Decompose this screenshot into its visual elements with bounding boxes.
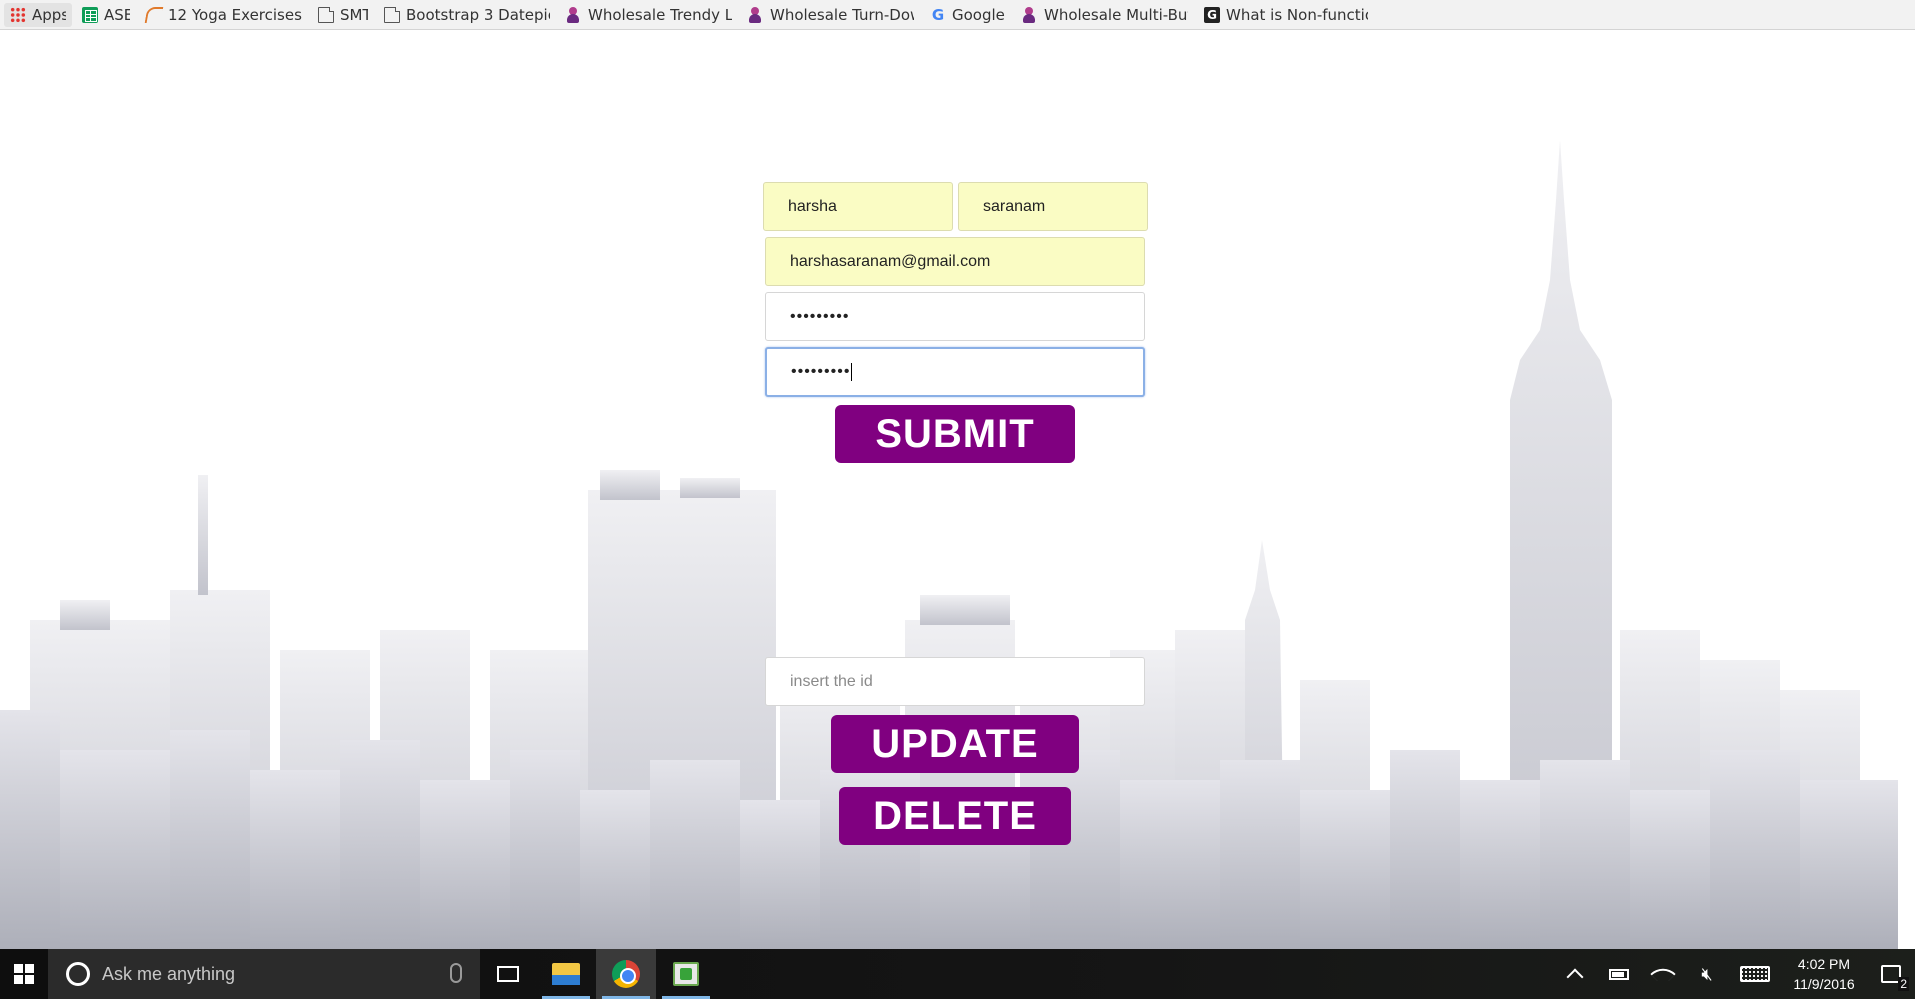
clock-date: 11/9/2016 <box>1793 976 1855 992</box>
speaker-muted-icon: 🔇︎ <box>1701 963 1713 984</box>
first-name-value: harsha <box>788 197 837 215</box>
bookmark-label: Wholesale Multi-Butto <box>1044 5 1188 24</box>
bookmark-label: SMT <box>340 5 368 24</box>
bookmark-label: Google <box>952 5 1005 24</box>
battery-button[interactable] <box>1597 949 1641 999</box>
last-name-field[interactable]: saranam <box>958 182 1148 231</box>
update-button[interactable]: UPDATE <box>831 715 1079 773</box>
network-button[interactable] <box>1641 949 1685 999</box>
bookmark-label: Wholesale Trendy Lap <box>588 5 732 24</box>
bookmark-label: Wholesale Turn-Down <box>770 5 914 24</box>
first-name-field[interactable]: harsha <box>763 182 953 231</box>
notification-count: 2 <box>1898 977 1909 991</box>
yoga-icon <box>144 6 164 23</box>
file-explorer-icon <box>552 963 580 985</box>
taskbar: Ask me anything 🔇︎ 4:02 PM 11/9/2016 2 <box>0 949 1915 999</box>
bookmark-bootstrap-datepicker[interactable]: Bootstrap 3 Datepicke <box>378 3 556 27</box>
bookmark-wholesale-trendy[interactable]: Wholesale Trendy Lap <box>560 3 738 27</box>
id-input-placeholder: insert the id <box>790 672 873 690</box>
password-field[interactable]: ••••••••• <box>765 292 1145 341</box>
cortana-search-box[interactable]: Ask me anything <box>48 949 480 999</box>
windows-logo-icon <box>14 964 34 984</box>
show-hidden-icons-button[interactable] <box>1553 949 1597 999</box>
bookmark-label: ASE <box>104 5 130 24</box>
bookmark-yoga[interactable]: 12 Yoga Exercises To C <box>140 3 308 27</box>
email-field[interactable]: harshasaranam@gmail.com <box>765 237 1145 286</box>
bookmark-ase[interactable]: ASE <box>76 3 136 27</box>
chevron-up-icon <box>1566 968 1584 986</box>
bookmark-label: Apps <box>32 5 66 24</box>
submit-button[interactable]: SUBMIT <box>835 405 1075 463</box>
cortana-icon <box>66 962 90 986</box>
volume-button[interactable]: 🔇︎ <box>1685 949 1729 999</box>
microphone-icon[interactable] <box>450 963 462 983</box>
action-center-button[interactable]: 2 <box>1867 949 1915 999</box>
chrome-icon <box>612 960 640 988</box>
shop-icon <box>748 6 764 23</box>
bookmark-label: What is Non-function <box>1226 5 1368 24</box>
g-icon: G <box>1204 6 1220 23</box>
id-input[interactable]: insert the id <box>765 657 1145 706</box>
task-view-button[interactable] <box>480 949 536 999</box>
last-name-value: saranam <box>983 197 1046 215</box>
bookmark-label: Bootstrap 3 Datepicke <box>406 5 550 24</box>
taskbar-file-explorer[interactable] <box>536 949 596 999</box>
shop-icon <box>566 6 582 23</box>
password-value: ••••••••• <box>790 307 850 325</box>
taskbar-chrome[interactable] <box>596 949 656 999</box>
wifi-icon <box>1650 961 1676 987</box>
clock-time: 4:02 PM <box>1797 956 1851 972</box>
battery-icon <box>1609 968 1629 980</box>
task-view-icon <box>497 966 519 982</box>
touch-keyboard-button[interactable] <box>1729 949 1781 999</box>
taskbar-paint[interactable] <box>656 949 716 999</box>
page-content: harsha saranam harshasaranam@gmail.com •… <box>0 30 1915 949</box>
sheets-icon <box>82 6 98 23</box>
start-button[interactable] <box>0 949 48 999</box>
apps-grid-icon <box>10 6 26 23</box>
bookmark-smt[interactable]: SMT <box>312 3 374 27</box>
bookmark-non-functional[interactable]: G What is Non-function <box>1198 3 1374 27</box>
bookmark-wholesale-turn-down[interactable]: Wholesale Turn-Down <box>742 3 920 27</box>
delete-button[interactable]: DELETE <box>839 787 1071 845</box>
email-value: harshasaranam@gmail.com <box>790 252 991 270</box>
page-icon <box>384 6 400 23</box>
bookmark-google[interactable]: G Google <box>924 3 1012 27</box>
bookmarks-bar: Apps ASE 12 Yoga Exercises To C SMT Boot… <box>0 0 1915 30</box>
shop-icon <box>1022 6 1038 23</box>
search-placeholder: Ask me anything <box>102 963 236 984</box>
bookmark-apps[interactable]: Apps <box>4 2 72 27</box>
clock[interactable]: 4:02 PM 11/9/2016 <box>1781 949 1867 999</box>
bookmark-label: 12 Yoga Exercises To C <box>168 5 302 24</box>
page-icon <box>318 6 334 23</box>
scrollbar[interactable] <box>1898 30 1915 949</box>
bookmark-wholesale-multi-button[interactable]: Wholesale Multi-Butto <box>1016 3 1194 27</box>
confirm-password-field[interactable]: ••••••••• <box>765 347 1145 397</box>
keyboard-icon <box>1740 966 1770 982</box>
google-icon: G <box>931 5 945 24</box>
text-caret <box>851 363 853 381</box>
confirm-password-value: ••••••••• <box>791 363 851 380</box>
system-tray: 🔇︎ 4:02 PM 11/9/2016 2 <box>1553 949 1915 999</box>
paint-icon <box>673 962 699 986</box>
